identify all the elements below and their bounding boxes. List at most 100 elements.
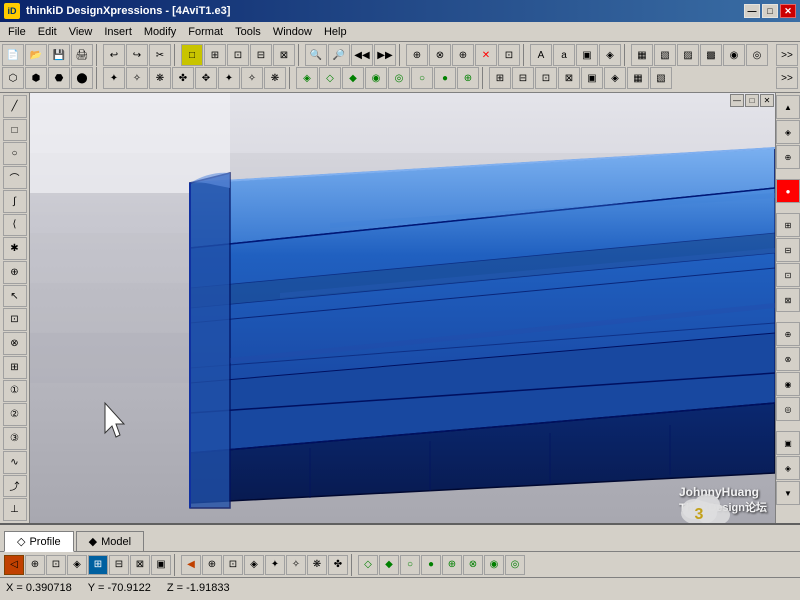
tb-shade4[interactable]: ▩ [700,44,722,66]
tb-open[interactable]: 📂 [25,44,47,66]
right-tb-2[interactable]: ⊕ [776,145,800,169]
left-tb-16[interactable]: ∿ [3,451,27,474]
btb-21[interactable]: ⊕ [442,555,462,575]
tb2-5[interactable]: ✦ [103,67,125,89]
tb2-14[interactable]: ◇ [319,67,341,89]
tb-shade1[interactable]: ▦ [631,44,653,66]
tb-view3[interactable]: ⊡ [227,44,249,66]
menu-help[interactable]: Help [318,24,353,40]
tb2-18[interactable]: ○ [411,67,433,89]
tb2-11[interactable]: ✧ [241,67,263,89]
tb2-21[interactable]: ⊞ [489,67,511,89]
btb-11[interactable]: ⊡ [223,555,243,575]
left-tb-15[interactable]: ③ [3,427,27,450]
tb-zoom3[interactable]: ◀◀ [351,44,373,66]
inner-maximize[interactable]: □ [745,94,759,107]
btb-15[interactable]: ❋ [307,555,327,575]
tb-new[interactable]: 📄 [2,44,24,66]
tb-view5[interactable]: ⊠ [273,44,295,66]
menu-modify[interactable]: Modify [138,24,182,40]
btb-20[interactable]: ● [421,555,441,575]
tb-snap2[interactable]: ⊗ [429,44,451,66]
tb-save[interactable]: 💾 [48,44,70,66]
left-tb-12[interactable]: ⊞ [3,356,27,379]
left-tb-5[interactable]: ∫ [3,190,27,213]
maximize-button[interactable]: □ [762,4,778,18]
btb-17[interactable]: ◇ [358,555,378,575]
btb-24[interactable]: ◎ [505,555,525,575]
tb-snap4[interactable]: ✕ [475,44,497,66]
tb-view2[interactable]: ⊞ [204,44,226,66]
btb-2[interactable]: ⊕ [25,555,45,575]
tb-shade3[interactable]: ▨ [677,44,699,66]
inner-close[interactable]: ✕ [760,94,774,107]
tb2-2[interactable]: ⬢ [25,67,47,89]
right-tb-11[interactable]: ▣ [776,431,800,455]
left-tb-13[interactable]: ① [3,380,27,403]
btb-3[interactable]: ⊡ [46,555,66,575]
right-tb-scroll-up[interactable]: ▲ [776,95,800,119]
right-tb-10[interactable]: ◎ [776,397,800,421]
tb2-13[interactable]: ◈ [296,67,318,89]
menu-edit[interactable]: Edit [32,24,63,40]
right-tb-4[interactable]: ⊟ [776,238,800,262]
tb-extra1[interactable]: A [530,44,552,66]
right-tb-3[interactable]: ⊞ [776,213,800,237]
menu-tools[interactable]: Tools [229,24,267,40]
left-tb-2[interactable]: □ [3,119,27,142]
menu-window[interactable]: Window [267,24,318,40]
tb2-8[interactable]: ✤ [172,67,194,89]
tb2-6[interactable]: ✧ [126,67,148,89]
tb2-17[interactable]: ◎ [388,67,410,89]
tb2-28[interactable]: ▧ [650,67,672,89]
menu-format[interactable]: Format [182,24,229,40]
right-tb-7[interactable]: ⊕ [776,322,800,346]
left-tb-3[interactable]: ○ [3,142,27,165]
tab-profile[interactable]: ◇ Profile [4,531,74,552]
viewport[interactable]: — □ ✕ 3 JohnnyHuang ThinkDesign论坛 [30,93,775,523]
right-tb-scroll-down[interactable]: ▼ [776,481,800,505]
tb2-20[interactable]: ⊕ [457,67,479,89]
btb-14[interactable]: ✧ [286,555,306,575]
left-tb-14[interactable]: ② [3,403,27,426]
tb-extra2[interactable]: a [553,44,575,66]
tb2-3[interactable]: ⬣ [48,67,70,89]
tb-overflow[interactable]: >> [776,44,798,66]
tb2-19[interactable]: ● [434,67,456,89]
btb-19[interactable]: ○ [400,555,420,575]
right-tb-red[interactable]: ● [776,179,800,203]
window-controls[interactable]: — □ ✕ [744,4,796,18]
btb-12[interactable]: ◈ [244,555,264,575]
tb-redo[interactable]: ↪ [126,44,148,66]
btb-5[interactable]: ⊞ [88,555,108,575]
tb2-23[interactable]: ⊡ [535,67,557,89]
tb-snap1[interactable]: ⊕ [406,44,428,66]
right-tb-8[interactable]: ⊗ [776,347,800,371]
btb-7[interactable]: ⊠ [130,555,150,575]
tb2-26[interactable]: ◈ [604,67,626,89]
btb-16[interactable]: ✤ [328,555,348,575]
close-button[interactable]: ✕ [780,4,796,18]
tb2-27[interactable]: ▦ [627,67,649,89]
tb2-12[interactable]: ❋ [264,67,286,89]
tb-zoom1[interactable]: 🔍 [305,44,327,66]
right-tb-12[interactable]: ◈ [776,456,800,480]
minimize-button[interactable]: — [744,4,760,18]
btb-13[interactable]: ✦ [265,555,285,575]
tb-extra4[interactable]: ◈ [599,44,621,66]
tb2-10[interactable]: ✦ [218,67,240,89]
btb-6[interactable]: ⊟ [109,555,129,575]
tb-shade5[interactable]: ◉ [723,44,745,66]
left-tb-17[interactable]: ⤴ [3,475,27,498]
tb-undo[interactable]: ↩ [103,44,125,66]
right-tb-5[interactable]: ⊡ [776,263,800,287]
tb-view4[interactable]: ⊟ [250,44,272,66]
tab-model[interactable]: ◆ Model [76,531,144,551]
tb2-4[interactable]: ⬤ [71,67,93,89]
left-tb-8[interactable]: ⊕ [3,261,27,284]
tb-snap3[interactable]: ⊕ [452,44,474,66]
right-tb-6[interactable]: ⊠ [776,288,800,312]
btb-4[interactable]: ◈ [67,555,87,575]
btb-22[interactable]: ⊗ [463,555,483,575]
tb2-9[interactable]: ✥ [195,67,217,89]
